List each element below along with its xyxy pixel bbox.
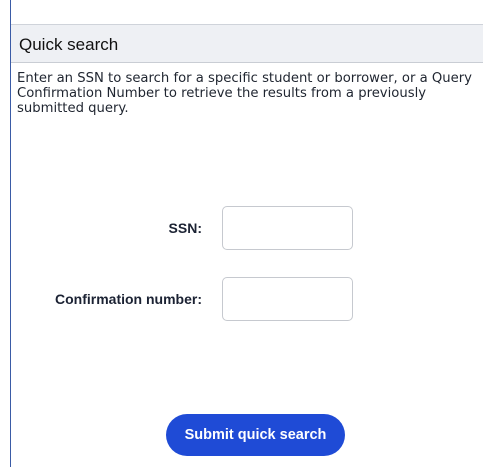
ssn-label: SSN: [168,220,202,236]
submit-quick-search-button[interactable]: Submit quick search [166,414,345,456]
confirmation-number-input[interactable] [222,277,353,321]
ssn-input[interactable] [222,206,353,250]
panel-title: Quick search [19,35,119,54]
instructions-text: Enter an SSN to search for a specific st… [17,71,472,116]
confirmation-number-label: Confirmation number: [55,291,202,307]
quick-search-panel: Quick search Enter an SSN to search for … [10,0,483,467]
panel-header: Quick search [11,25,483,63]
